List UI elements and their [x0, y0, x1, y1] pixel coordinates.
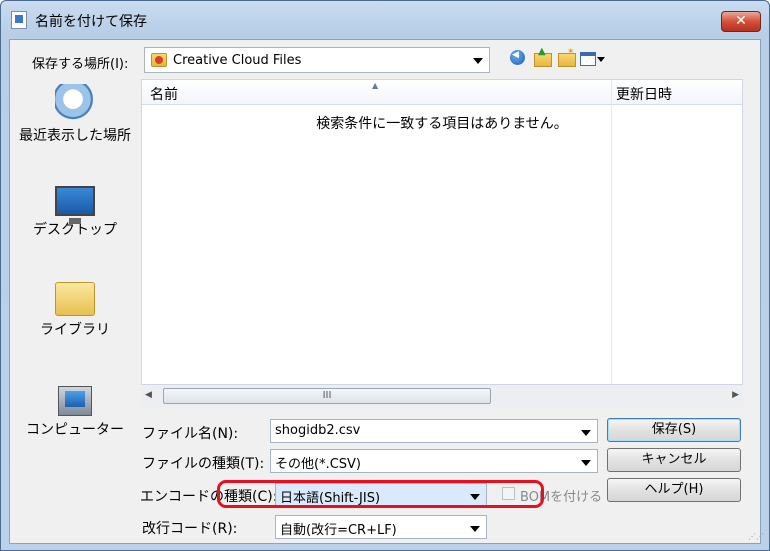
place-recent[interactable]: 最近表示した場所 [10, 84, 140, 147]
scroll-right-icon[interactable]: ▶ [732, 390, 739, 400]
save-in-dropdown[interactable]: Creative Cloud Files [144, 47, 490, 73]
save-as-dialog: 名前を付けて保存 ✕ 保存する場所(I): Creative Cloud Fil… [0, 0, 770, 551]
column-header-date[interactable]: 更新日時 [616, 84, 672, 104]
view-menu-icon[interactable] [580, 48, 610, 68]
library-icon [55, 282, 95, 316]
save-button[interactable]: 保存(S) [607, 418, 741, 442]
place-library[interactable]: ライブラリ [10, 282, 140, 341]
computer-icon [58, 386, 92, 416]
new-folder-icon[interactable] [556, 47, 576, 68]
horizontal-scrollbar[interactable]: ◀ III ▶ [141, 384, 743, 407]
places-bar: 最近表示した場所 デスクトップ ライブラリ コンピューター [10, 80, 140, 438]
newline-value: 自動(改行=CR+LF) [280, 523, 397, 538]
file-list[interactable]: 名前 ▲ 更新日時 検索条件に一致する項目はありません。 [141, 79, 743, 408]
save-in-label: 保存する場所(I): [32, 57, 129, 72]
desktop-icon [55, 186, 95, 224]
place-label: コンピューター [26, 422, 124, 438]
annotation-highlight [217, 480, 544, 508]
cancel-button[interactable]: キャンセル [607, 448, 741, 472]
newline-dropdown[interactable]: 自動(改行=CR+LF) [275, 515, 487, 539]
filename-input[interactable]: shogidb2.csv [270, 419, 598, 443]
chevron-down-icon[interactable] [581, 460, 591, 466]
place-desktop[interactable]: デスクトップ [10, 186, 140, 241]
column-header-name[interactable]: 名前 [150, 84, 178, 104]
chevron-down-icon[interactable] [473, 58, 483, 64]
column-header: 名前 ▲ 更新日時 [142, 80, 742, 105]
chevron-down-icon[interactable] [581, 430, 591, 436]
save-in-value: Creative Cloud Files [173, 53, 302, 68]
filetype-dropdown[interactable]: その他(*.CSV) [270, 449, 598, 473]
scroll-left-icon[interactable]: ◀ [145, 390, 152, 400]
newline-label: 改行コード(R): [142, 521, 238, 537]
recent-places-icon [55, 84, 95, 122]
place-computer[interactable]: コンピューター [10, 386, 140, 441]
filetype-value: その他(*.CSV) [275, 457, 361, 472]
dialog-body: 保存する場所(I): Creative Cloud Files 最近表示した場所… [9, 39, 764, 544]
close-button[interactable]: ✕ [721, 11, 761, 32]
resize-grip-icon[interactable]: ⋰⋰ [748, 532, 764, 541]
chevron-down-icon[interactable] [470, 526, 480, 532]
app-icon [11, 11, 27, 29]
title-bar[interactable]: 名前を付けて保存 ✕ [1, 1, 769, 39]
sort-ascending-icon: ▲ [372, 81, 379, 90]
folder-icon [151, 53, 167, 67]
place-label: 最近表示した場所 [19, 128, 131, 144]
filename-label: ファイル名(N): [142, 426, 239, 442]
help-button[interactable]: ヘルプ(H) [607, 478, 741, 502]
up-folder-icon[interactable] [532, 46, 552, 68]
empty-message: 検索条件に一致する項目はありません。 [316, 116, 568, 132]
filename-value: shogidb2.csv [275, 423, 361, 438]
filetype-label: ファイルの種類(T): [142, 456, 265, 472]
window-title: 名前を付けて保存 [35, 14, 147, 30]
place-label: ライブラリ [40, 322, 110, 338]
scrollbar-thumb[interactable]: III [163, 388, 491, 404]
back-icon[interactable] [508, 48, 528, 68]
